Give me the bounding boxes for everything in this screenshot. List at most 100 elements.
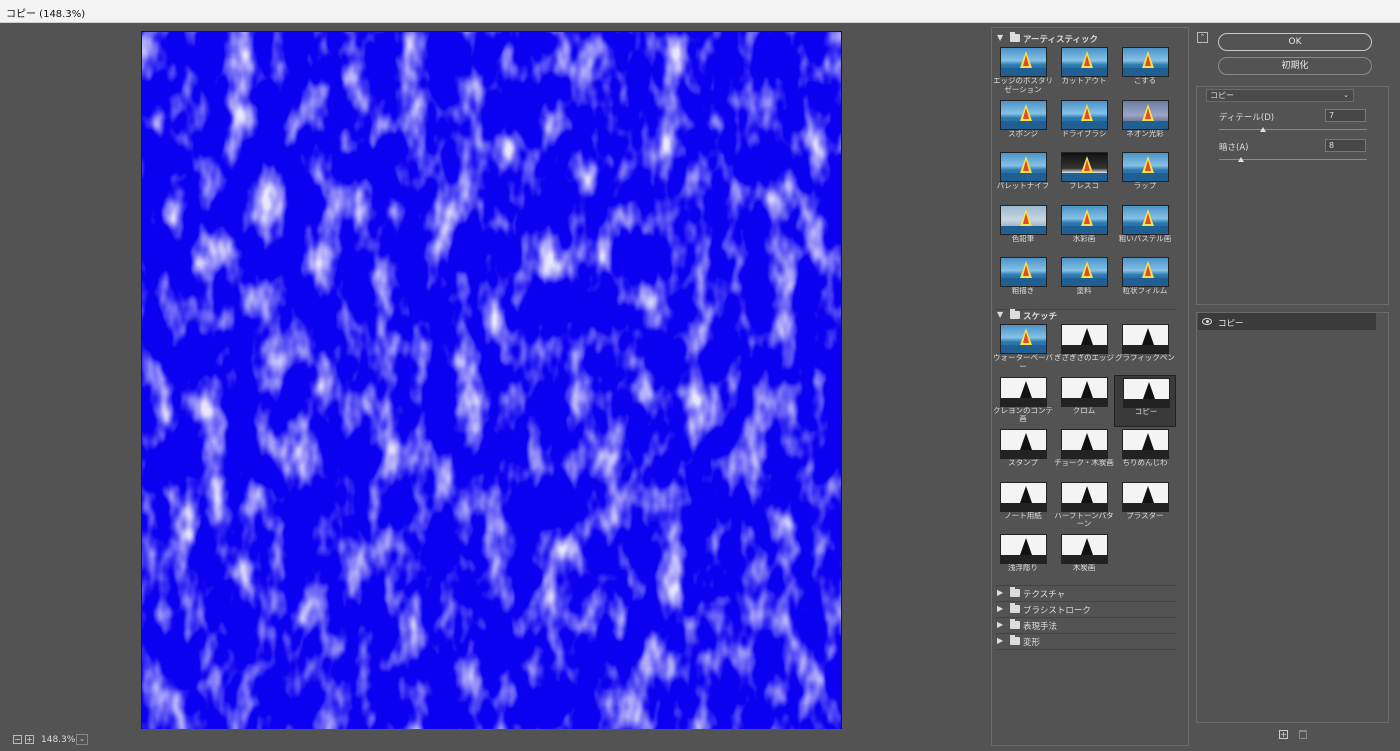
preview-sea xyxy=(1001,397,1046,406)
filter-thumbnail[interactable]: ウォーターペーパー xyxy=(992,322,1054,374)
filter-thumbnail[interactable]: ハーフトーンパターン xyxy=(1053,480,1115,532)
filter-thumbnail[interactable]: フレスコ xyxy=(1053,150,1115,202)
filter-thumbnail[interactable]: 粒状フィルム xyxy=(1114,255,1176,307)
detail-slider-knob[interactable] xyxy=(1260,127,1267,132)
filter-thumbnail[interactable]: スタンプ xyxy=(992,427,1054,479)
preview-sail xyxy=(1145,212,1151,224)
filter-preview-image xyxy=(1000,324,1047,354)
filter-thumbnail-label: ハーフトーンパターン xyxy=(1054,511,1114,528)
filter-thumbnail[interactable]: パレットナイフ xyxy=(992,150,1054,202)
reset-button[interactable]: 初期化 xyxy=(1218,57,1372,75)
eye-icon[interactable] xyxy=(1202,318,1212,325)
filter-thumbnail[interactable]: ドライブラシ xyxy=(1053,98,1115,150)
filter-thumbnail[interactable]: こする xyxy=(1114,45,1176,97)
filter-thumbnail-label: クレヨンのコンテ画 xyxy=(993,406,1053,423)
filter-thumbnail-label: 浅浮彫り xyxy=(1008,564,1038,572)
filter-preview-image xyxy=(1122,47,1169,77)
filter-thumbnail-label: 粒状フィルム xyxy=(1122,287,1168,295)
filter-thumbnail[interactable]: クロム xyxy=(1053,375,1115,427)
ok-button[interactable]: OK xyxy=(1218,33,1372,51)
category-collapsed-1[interactable]: ▶ ブラシストローク xyxy=(992,602,1176,616)
preview-sail xyxy=(1020,485,1032,503)
filter-thumbnail[interactable]: 塗料 xyxy=(1053,255,1115,307)
darkness-input[interactable]: 8 xyxy=(1325,139,1366,152)
preview-canvas[interactable] xyxy=(141,31,842,730)
status-bar: − + 148.3% ⌄ xyxy=(0,729,986,751)
filter-thumbnail[interactable]: ノート用紙 xyxy=(992,480,1054,532)
effect-layers-panel xyxy=(1196,312,1389,723)
filter-thumbnail-label: チョーク・木炭画 xyxy=(1054,459,1114,467)
category-collapsed-2[interactable]: ▶ 表現手法 xyxy=(992,618,1176,632)
filter-thumbnail[interactable]: ぎざぎざのエッジ xyxy=(1053,322,1115,374)
filter-preview-image xyxy=(1122,429,1169,459)
filter-thumbnail[interactable]: 木炭画 xyxy=(1053,532,1115,584)
category-label: 変形 xyxy=(1023,638,1041,648)
preview-sail xyxy=(1023,212,1029,224)
preview-sail xyxy=(1020,538,1032,555)
filter-preview-image xyxy=(1000,257,1047,287)
filter-thumbnail-label: ぎざぎざのエッジ xyxy=(1054,354,1114,362)
preview-sea xyxy=(1001,120,1046,129)
filter-preview-image xyxy=(1000,376,1047,407)
filter-thumbnail-label: ドライブラシ xyxy=(1061,129,1107,138)
preview-sea xyxy=(1123,68,1168,76)
category-collapsed-3[interactable]: ▶ 変形 xyxy=(992,634,1176,648)
category-collapsed-0[interactable]: ▶ テクスチャ xyxy=(992,586,1176,600)
zoom-dropdown[interactable]: ⌄ xyxy=(76,734,88,745)
filter-preview-image xyxy=(1122,481,1169,512)
detail-slider-track[interactable] xyxy=(1219,129,1367,130)
folder-icon xyxy=(1010,587,1020,597)
category-artistic[interactable]: ▼ アーティスティック xyxy=(992,31,1176,45)
trash-icon[interactable] xyxy=(1299,730,1307,739)
triangle-down-icon: ▼ xyxy=(997,310,1004,319)
zoom-out-button[interactable]: − xyxy=(13,735,22,744)
filter-thumbnail[interactable]: 粗描き xyxy=(992,255,1054,307)
detail-input[interactable]: 7 xyxy=(1325,109,1366,122)
filter-preview-image xyxy=(1061,429,1108,459)
filter-thumbnail[interactable]: クレヨンのコンテ画 xyxy=(992,375,1054,427)
category-divider xyxy=(996,649,1176,650)
preview-sea xyxy=(1062,450,1107,458)
collapse-gallery-button[interactable]: ⌃ xyxy=(1197,32,1208,43)
filter-thumbnail[interactable]: プラスター xyxy=(1114,480,1176,532)
preview-sea xyxy=(1062,120,1107,129)
new-effect-layer-icon[interactable]: + xyxy=(1279,730,1288,739)
category-sketch[interactable]: ▼ スケッチ xyxy=(992,308,1176,322)
filter-thumbnail[interactable]: ラップ xyxy=(1114,150,1176,202)
filter-thumbnail[interactable]: 色鉛筆 xyxy=(992,203,1054,255)
filter-thumbnail-label: コピー xyxy=(1134,407,1158,416)
zoom-in-button[interactable]: + xyxy=(25,735,34,744)
preview-sea xyxy=(1001,278,1046,286)
filter-select[interactable]: コピー ⌄ xyxy=(1206,89,1354,102)
preview-sail xyxy=(1145,55,1151,66)
filter-thumbnail[interactable]: カットアウト xyxy=(1053,45,1115,97)
filter-preview-image xyxy=(1000,47,1047,77)
filter-thumbnail[interactable]: ちりめんじわ xyxy=(1114,427,1176,479)
filter-thumbnail[interactable]: ネオン光彩 xyxy=(1114,98,1176,150)
preview-sail xyxy=(1081,538,1093,555)
filter-thumbnail[interactable]: スポンジ xyxy=(992,98,1054,150)
filter-thumbnail[interactable]: コピー xyxy=(1114,374,1176,427)
darkness-slider-knob[interactable] xyxy=(1238,157,1245,162)
filter-preview-image xyxy=(1122,324,1169,354)
filter-thumbnail-label: カットアウト xyxy=(1061,77,1107,85)
preview-sea xyxy=(1001,173,1046,181)
folder-icon xyxy=(1010,309,1020,319)
filter-thumbnail[interactable]: チョーク・木炭画 xyxy=(1053,427,1115,479)
filter-preview-image xyxy=(1122,204,1169,235)
filter-thumbnail[interactable]: 水彩画 xyxy=(1053,203,1115,255)
filter-thumbnail[interactable]: エッジのポスタリゼーション xyxy=(992,45,1054,97)
preview-sea xyxy=(1062,345,1107,353)
preview-sail xyxy=(1084,265,1090,276)
filter-thumbnail[interactable]: 粗いパステル画 xyxy=(1114,203,1176,255)
preview-sail xyxy=(1084,107,1090,119)
filter-preview-image xyxy=(1000,99,1047,130)
darkness-label: 暗さ(A) xyxy=(1219,143,1249,153)
filter-preview-image xyxy=(1061,152,1108,182)
filter-thumbnail[interactable]: グラフィックペン xyxy=(1114,322,1176,374)
filter-thumbnail-label: エッジのポスタリゼーション xyxy=(993,77,1053,94)
preview-sea xyxy=(1062,225,1107,234)
preview-sail xyxy=(1023,332,1029,343)
filter-thumbnail[interactable]: 浅浮彫り xyxy=(992,532,1054,584)
preview-sail xyxy=(1142,328,1154,345)
